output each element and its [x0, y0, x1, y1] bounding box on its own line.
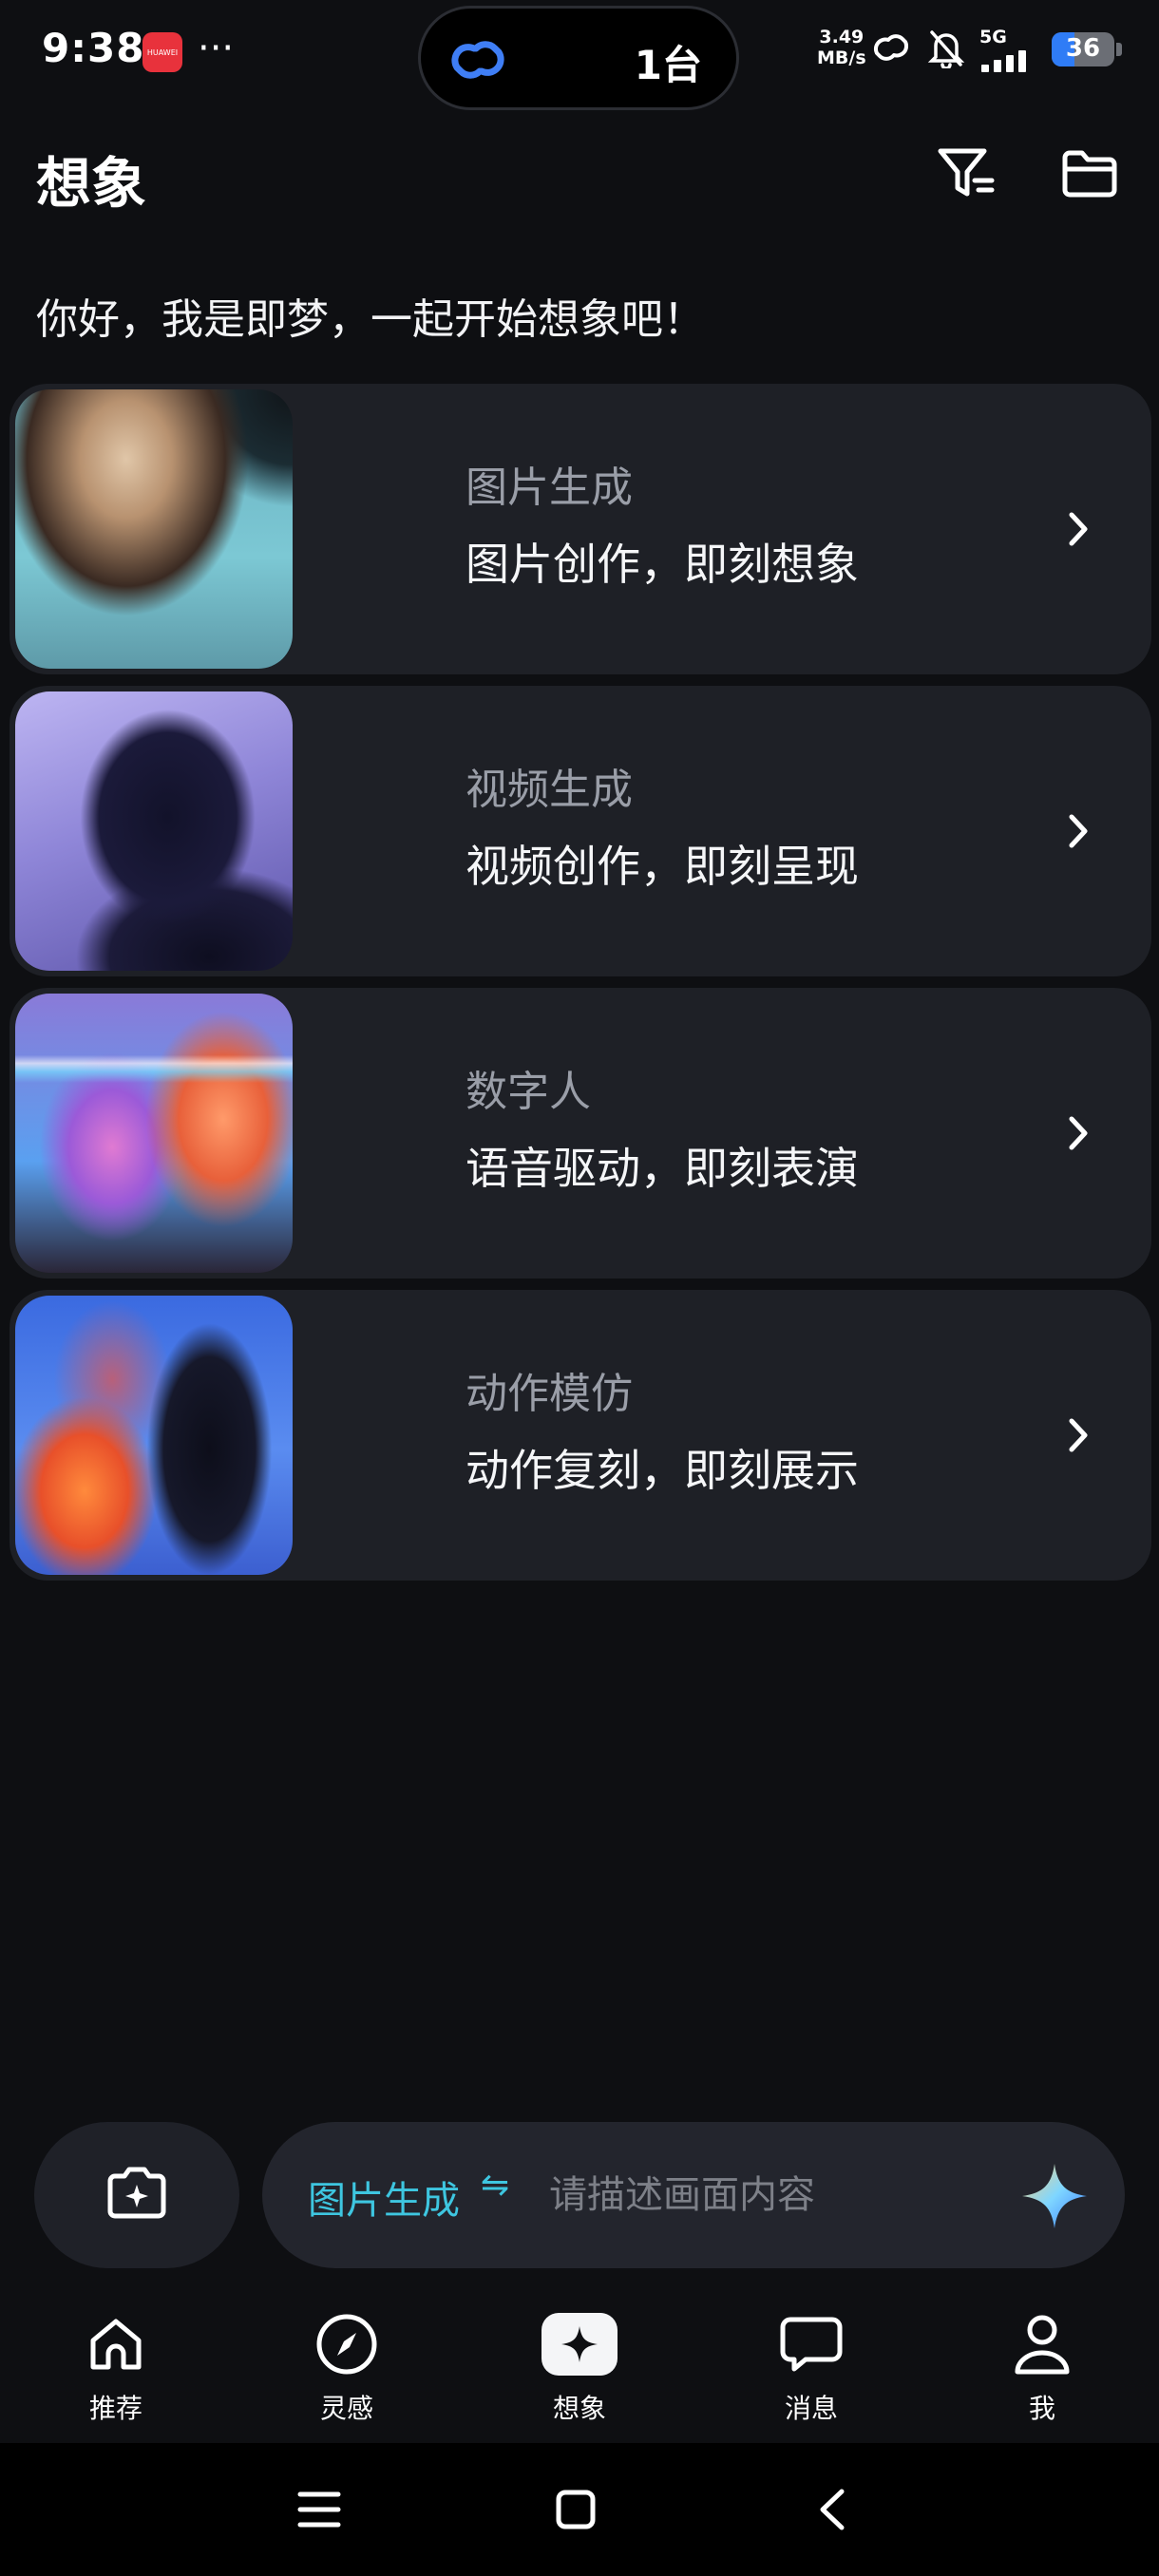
system-navigation-bar [0, 2443, 1159, 2576]
card-thumbnail [15, 1296, 293, 1575]
home-square-icon[interactable] [542, 2475, 610, 2544]
page-title: 想象 [36, 151, 147, 216]
prompt-input[interactable] [547, 2160, 1045, 2230]
battery-icon: 36 [1052, 32, 1122, 66]
card-text: 视频生成 视频创作，即刻呈现 [466, 764, 859, 895]
card-thumbnail [15, 389, 293, 669]
filter-icon[interactable] [934, 141, 1000, 207]
sparkle-generate-icon[interactable] [1018, 2160, 1091, 2236]
card-text: 图片生成 图片创作，即刻想象 [466, 462, 859, 593]
card-title: 数字人 [466, 1068, 591, 1116]
link-icon [869, 28, 913, 70]
chevron-right-icon [1054, 1411, 1102, 1463]
tab-recommend[interactable]: 推荐 [40, 2291, 192, 2443]
card-text: 动作模仿 动作复刻，即刻展示 [466, 1368, 859, 1499]
menu-icon[interactable] [285, 2475, 353, 2544]
card-digital-human[interactable]: 数字人 语音驱动，即刻表演 [10, 988, 1151, 1279]
status-bar: 9:38 HUAWEI ··· 1台 3.49 MB/s 5G 36 [0, 0, 1159, 114]
battery-level: 36 [1065, 34, 1101, 63]
net-speed-unit: MB/s [817, 47, 866, 68]
dynamic-island[interactable]: 1台 [418, 6, 739, 110]
status-icons: 5G 36 [869, 27, 1122, 72]
net-speed-value: 3.49 [819, 27, 864, 47]
card-image-generation[interactable]: 图片生成 图片创作，即刻想象 [10, 384, 1151, 674]
card-subtitle: 动作复刻，即刻展示 [466, 1445, 859, 1496]
card-text: 数字人 语音驱动，即刻表演 [466, 1066, 859, 1197]
mode-selector[interactable]: 图片生成 [308, 2169, 460, 2225]
tab-me[interactable]: 我 [966, 2291, 1118, 2443]
tab-label: 我 [1028, 2393, 1055, 2424]
greeting-text: 你好，我是即梦，一起开始想象吧！ [36, 295, 705, 344]
camera-upload-button[interactable] [34, 2122, 239, 2268]
more-notifications-icon: ··· [198, 27, 235, 70]
tab-active-indicator [542, 2313, 618, 2376]
card-thumbnail [15, 994, 293, 1273]
network-type: 5G [979, 27, 1007, 47]
card-title: 图片生成 [466, 464, 633, 512]
battery-body: 36 [1052, 32, 1114, 66]
chevron-right-icon [1054, 807, 1102, 859]
home-icon [78, 2306, 154, 2382]
card-title: 动作模仿 [466, 1370, 633, 1418]
camera-sparkle-icon [105, 2166, 168, 2225]
bell-off-icon [926, 27, 966, 72]
compass-icon [309, 2306, 385, 2382]
prompt-composer: 图片生成 ⇋ [262, 2122, 1125, 2268]
chevron-right-icon [1054, 1109, 1102, 1161]
tab-imagine[interactable]: 想象 [504, 2291, 656, 2443]
swap-mode-icon[interactable]: ⇋ [481, 2166, 509, 2205]
tab-label: 想象 [552, 2393, 606, 2424]
sparkle-icon [542, 2306, 618, 2382]
card-thumbnail [15, 691, 293, 971]
card-title: 视频生成 [466, 766, 633, 814]
signal-icon [981, 50, 1026, 72]
folder-icon[interactable] [1056, 141, 1123, 207]
card-motion-imitation[interactable]: 动作模仿 动作复刻，即刻展示 [10, 1290, 1151, 1581]
tab-label: 消息 [784, 2393, 838, 2424]
signal-group: 5G [979, 27, 1038, 72]
card-video-generation[interactable]: 视频生成 视频创作，即刻呈现 [10, 686, 1151, 976]
tab-label: 灵感 [319, 2393, 373, 2424]
island-device-count: 1台 [634, 42, 702, 88]
huawei-app-icon: HUAWEI [142, 32, 182, 72]
bottom-tab-bar: 推荐 灵感 想象 消息 我 [0, 2291, 1159, 2443]
tab-messages[interactable]: 消息 [735, 2291, 887, 2443]
back-icon[interactable] [798, 2475, 866, 2544]
card-subtitle: 语音驱动，即刻表演 [466, 1143, 859, 1194]
card-subtitle: 视频创作，即刻呈现 [466, 841, 859, 892]
status-time: 9:38 [42, 25, 145, 71]
person-icon [1004, 2306, 1080, 2382]
card-subtitle: 图片创作，即刻想象 [466, 539, 859, 590]
tab-label: 推荐 [88, 2393, 142, 2424]
link-icon [447, 35, 508, 88]
tab-inspiration[interactable]: 灵感 [271, 2291, 423, 2443]
chat-icon [773, 2306, 849, 2382]
net-speed: 3.49 MB/s [817, 27, 866, 68]
feature-card-list: 图片生成 图片创作，即刻想象 视频生成 视频创作，即刻呈现 数字人 语音驱动，即… [10, 384, 1151, 1592]
chevron-right-icon [1054, 505, 1102, 557]
battery-tip [1116, 43, 1122, 56]
